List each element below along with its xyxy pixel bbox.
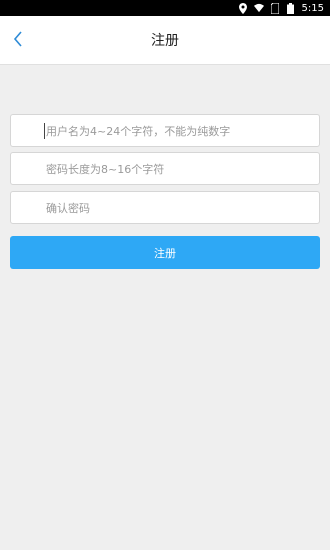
register-form: 用户名为4~24个字符，不能为纯数字 密码长度为8~16个字符 确认密码 bbox=[0, 65, 330, 550]
app-header: 注册 bbox=[0, 16, 330, 65]
username-placeholder: 用户名为4~24个字符，不能为纯数字 bbox=[46, 124, 231, 138]
password-field[interactable]: 密码长度为8~16个字符 bbox=[10, 152, 320, 185]
page-title: 注册 bbox=[151, 33, 179, 49]
text-caret bbox=[44, 123, 45, 139]
battery-icon bbox=[286, 2, 296, 14]
password-placeholder: 密码长度为8~16个字符 bbox=[46, 162, 165, 176]
confirm-password-field[interactable]: 确认密码 bbox=[10, 191, 320, 224]
chevron-left-icon bbox=[13, 30, 23, 51]
register-button-label: 注册 bbox=[154, 246, 176, 260]
sim-icon bbox=[270, 2, 280, 14]
register-button[interactable]: 注册 bbox=[10, 236, 320, 269]
location-icon bbox=[238, 2, 248, 14]
back-button[interactable] bbox=[0, 16, 36, 65]
wifi-icon bbox=[253, 2, 264, 14]
confirm-password-placeholder: 确认密码 bbox=[46, 201, 90, 215]
status-bar: 5:15 bbox=[0, 0, 330, 16]
username-field[interactable]: 用户名为4~24个字符，不能为纯数字 bbox=[10, 114, 320, 147]
status-time: 5:15 bbox=[301, 2, 324, 14]
